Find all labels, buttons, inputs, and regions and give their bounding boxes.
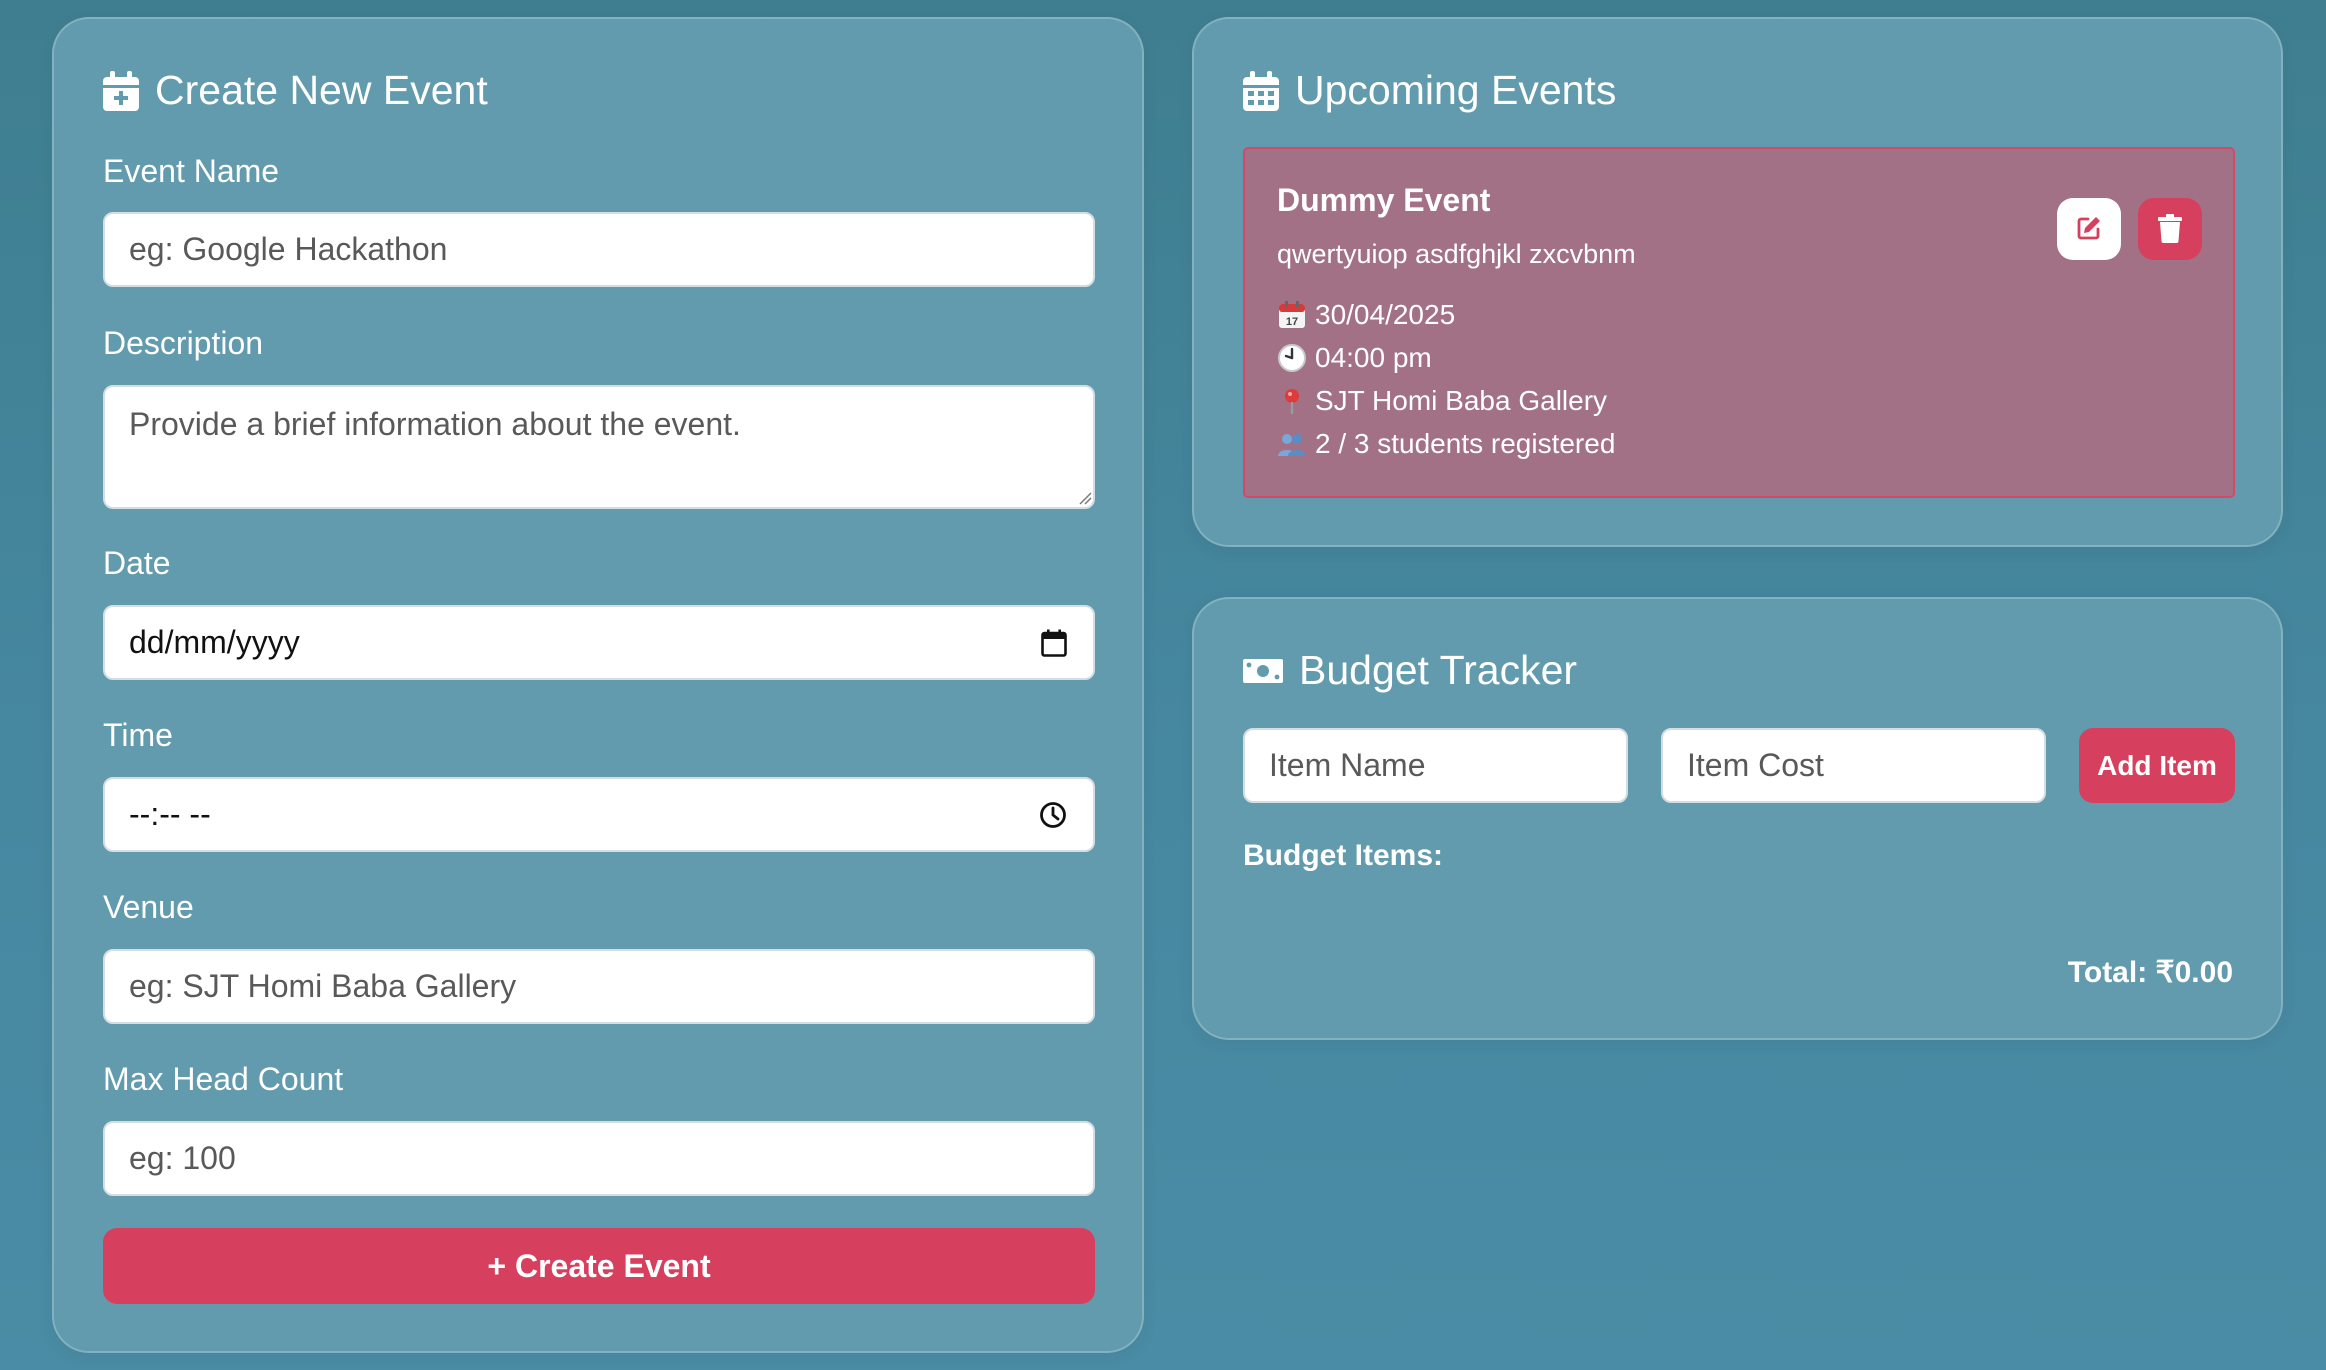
calendar-icon[interactable] [1041, 629, 1067, 657]
money-bill-icon [1243, 657, 1283, 685]
resize-grip-icon[interactable] [1078, 491, 1092, 505]
event-name: Dummy Event [1277, 182, 1491, 218]
event-date-row: 17 30/04/2025 [1277, 299, 1455, 331]
max-head-count-input[interactable] [103, 1121, 1095, 1196]
event-name-label: Event Name [103, 153, 280, 189]
create-event-button[interactable]: + Create Event [103, 1228, 1095, 1304]
time-label: Time [103, 717, 173, 753]
description-textarea[interactable] [103, 385, 1095, 509]
clock-icon[interactable] [1039, 801, 1067, 829]
event-venue: SJT Homi Baba Gallery [1315, 385, 1608, 416]
budget-tracker-title: Budget Tracker [1243, 647, 1577, 694]
venue-input[interactable] [103, 949, 1095, 1024]
event-time-row: 04:00 pm [1277, 342, 1432, 374]
budget-tracker-title-text: Budget Tracker [1299, 647, 1578, 693]
time-input[interactable]: --:-- -- [103, 777, 1095, 852]
event-venue-row: SJT Homi Baba Gallery [1277, 385, 1607, 417]
event-registration-row: 2 / 3 students registered [1277, 428, 1615, 460]
clock-emoji-icon [1277, 343, 1307, 373]
date-label: Date [103, 545, 171, 581]
edit-icon [2075, 214, 2103, 245]
budget-total: Total: ₹0.00 [2067, 956, 2233, 989]
event-time: 04:00 pm [1315, 342, 1432, 373]
budget-tracker-card: Budget Tracker Add Item Budget Items: To… [1192, 597, 2283, 1040]
date-placeholder: dd/mm/yyyy [129, 624, 300, 660]
upcoming-events-card: Upcoming Events Dummy Event qwertyuiop a… [1192, 17, 2283, 547]
time-placeholder: --:-- -- [129, 796, 211, 832]
event-date: 30/04/2025 [1315, 299, 1456, 330]
item-name-input[interactable] [1243, 728, 1628, 803]
event-card: Dummy Event qwertyuiop asdfghjkl zxcvbnm… [1243, 147, 2235, 498]
date-input[interactable]: dd/mm/yyyy [103, 605, 1095, 680]
edit-event-button[interactable] [2057, 198, 2121, 260]
description-label: Description [103, 325, 264, 361]
svg-text:17: 17 [1286, 316, 1298, 328]
create-event-card: Create New Event Event Name Description … [52, 17, 1144, 1353]
trash-icon [2157, 213, 2183, 246]
create-event-title: Create New Event [103, 67, 488, 114]
delete-event-button[interactable] [2138, 198, 2202, 260]
upcoming-events-title-text: Upcoming Events [1295, 67, 1617, 113]
calendar-emoji-icon: 17 [1277, 300, 1307, 330]
event-description: qwertyuiop asdfghjkl zxcvbnm [1277, 239, 1636, 269]
upcoming-events-title: Upcoming Events [1243, 67, 1616, 114]
budget-items-label: Budget Items: [1243, 839, 1444, 872]
item-cost-input[interactable] [1661, 728, 2046, 803]
venue-label: Venue [103, 889, 194, 925]
people-emoji-icon [1277, 429, 1307, 459]
event-registration: 2 / 3 students registered [1315, 428, 1616, 459]
calendar-days-icon [1243, 70, 1279, 111]
event-name-input[interactable] [103, 212, 1095, 287]
calendar-plus-icon [103, 70, 139, 111]
pin-emoji-icon [1277, 386, 1307, 416]
add-item-button[interactable]: Add Item [2079, 728, 2235, 803]
max-head-count-label: Max Head Count [103, 1061, 344, 1097]
create-event-title-text: Create New Event [155, 67, 488, 113]
